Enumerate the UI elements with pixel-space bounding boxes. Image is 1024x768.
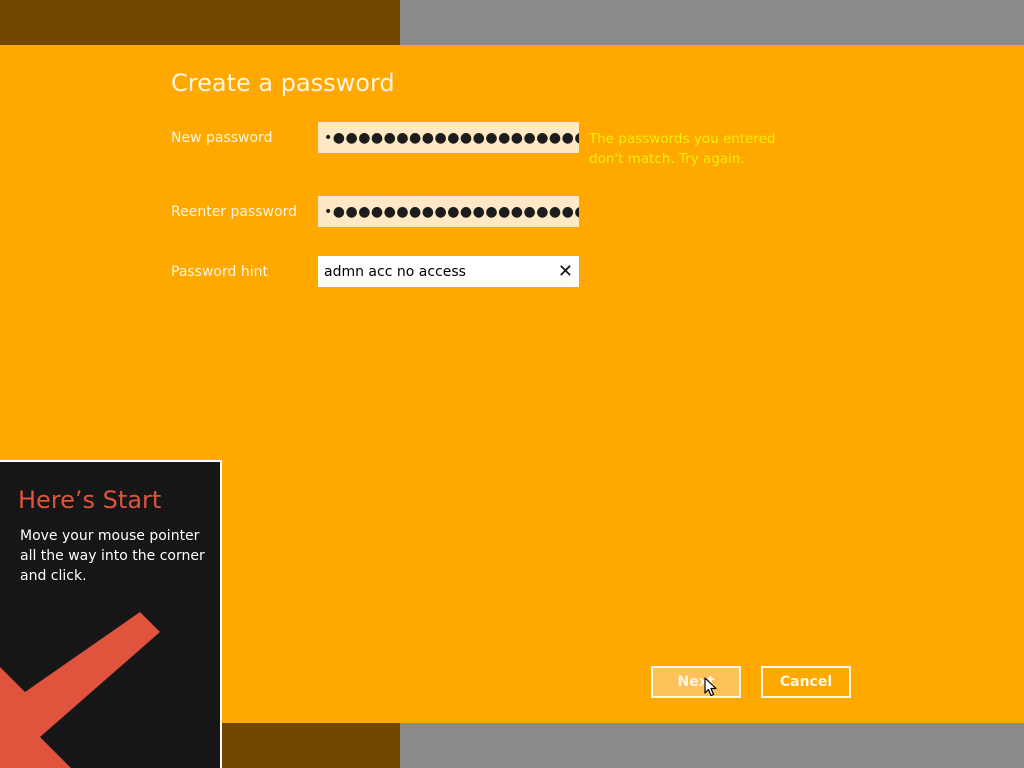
next-button[interactable]: Next <box>651 666 741 698</box>
password-hint-value: admn acc no access <box>324 263 466 280</box>
mouse-pointer-icon <box>704 677 717 697</box>
password-mismatch-error: The passwords you entered don't match. T… <box>589 131 776 167</box>
start-tip-panel: Here’s Start Move your mouse pointer all… <box>0 460 222 768</box>
new-password-field[interactable]: •●●●●●●●●●●●●●●●●●●●●●●●● <box>318 122 579 153</box>
reenter-password-mask: •●●●●●●●●●●●●●●●●●●●●●●●● <box>324 203 579 220</box>
arrow-down-left-icon <box>0 612 160 768</box>
background-strip <box>400 723 1024 768</box>
page-title: Create a password <box>171 69 395 97</box>
password-hint-field[interactable]: admn acc no access ✕ <box>318 256 579 287</box>
reenter-password-field[interactable]: •●●●●●●●●●●●●●●●●●●●●●●●● <box>318 196 579 227</box>
password-hint-label: Password hint <box>171 264 268 280</box>
clear-icon[interactable]: ✕ <box>558 262 573 281</box>
start-tip-body: Move your mouse pointer all the way into… <box>20 528 205 584</box>
background-strip <box>0 0 400 45</box>
reenter-password-label: Reenter password <box>171 204 297 220</box>
start-tip-title: Here’s Start <box>18 486 162 514</box>
cancel-button[interactable]: Cancel <box>761 666 851 698</box>
new-password-label: New password <box>171 130 273 146</box>
new-password-mask: •●●●●●●●●●●●●●●●●●●●●●●●● <box>324 129 579 146</box>
background-strip <box>400 0 1024 45</box>
